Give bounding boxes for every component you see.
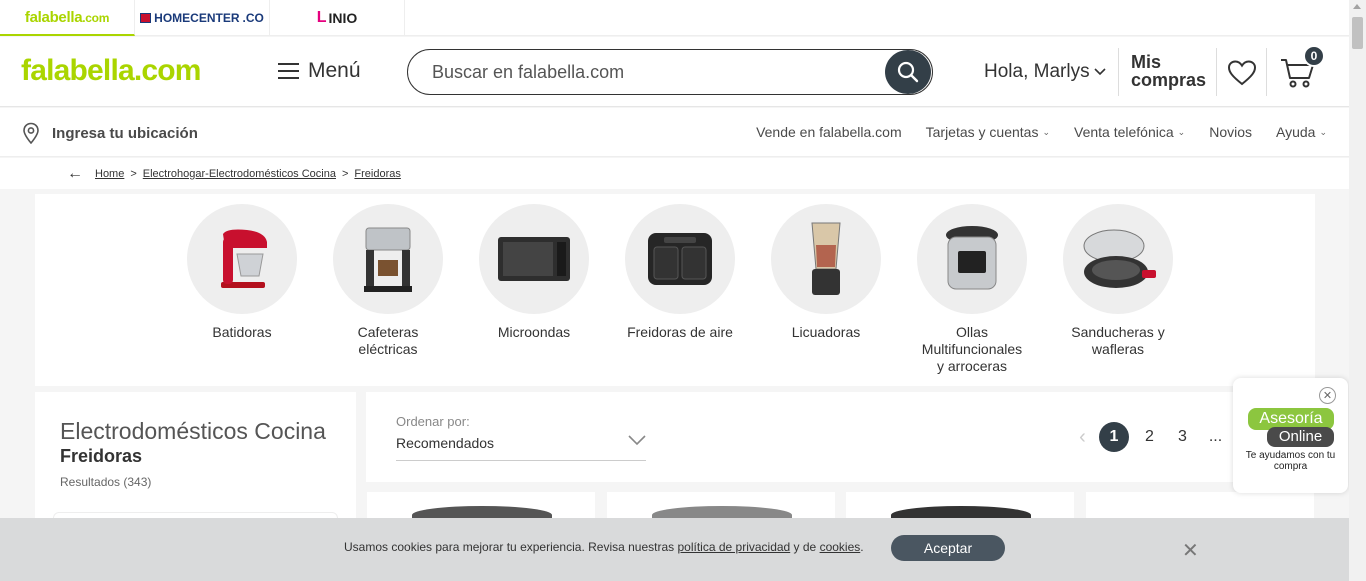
scrollbar[interactable] xyxy=(1349,0,1366,581)
search-icon xyxy=(897,61,919,83)
page-link[interactable]: 2 xyxy=(1133,428,1166,446)
prev-page-icon[interactable]: ‹ xyxy=(1066,426,1099,449)
chat-label-online: Online xyxy=(1267,427,1334,447)
category-image xyxy=(479,204,589,314)
help-link[interactable]: Ayuda ⌄ xyxy=(1276,124,1327,140)
page-link[interactable]: 3 xyxy=(1166,428,1199,446)
mis-compras-link[interactable]: Mis compras xyxy=(1131,53,1206,89)
category-image xyxy=(187,204,297,314)
heart-icon xyxy=(1227,60,1257,86)
page-current[interactable]: 1 xyxy=(1099,422,1129,452)
breadcrumb-home[interactable]: Home xyxy=(95,168,124,180)
header-divider xyxy=(1266,48,1267,96)
brand-bar: falabella.com HOMECENTER .CO L INIO xyxy=(0,0,1349,36)
category-title: Electrodomésticos Cocina xyxy=(60,418,326,444)
greeting-text: Hola, Marlys xyxy=(984,61,1090,82)
breadcrumb-separator: > xyxy=(341,167,349,180)
category-cafeteras[interactable]: Cafeteras eléctricas xyxy=(323,204,453,358)
category-image xyxy=(625,204,735,314)
falabella-brand-logo: falabella.com xyxy=(24,8,110,26)
waffle-maker-icon xyxy=(1083,229,1156,288)
homecenter-brand-logo: HOMECENTER .CO xyxy=(140,11,264,25)
stand-mixer-icon xyxy=(221,229,267,288)
category-image xyxy=(917,204,1027,314)
privacy-policy-link[interactable]: política de privacidad xyxy=(677,540,790,554)
brand-tab-falabella[interactable]: falabella.com xyxy=(0,0,135,36)
category-microondas[interactable]: Microondas xyxy=(469,204,599,341)
category-image xyxy=(771,204,881,314)
sell-link[interactable]: Vende en falabella.com xyxy=(756,124,902,140)
chevron-down-icon: ⌄ xyxy=(1177,126,1186,137)
breadcrumb-separator: > xyxy=(130,167,137,180)
account-menu[interactable]: Hola, Marlys xyxy=(984,61,1106,83)
blender-icon xyxy=(811,222,841,295)
brand-tab-homecenter[interactable]: HOMECENTER .CO xyxy=(135,0,270,36)
back-arrow-icon[interactable]: ← xyxy=(67,165,83,183)
location-selector[interactable]: Ingresa tu ubicación xyxy=(22,122,198,144)
category-image xyxy=(333,204,443,314)
coffee-maker-icon xyxy=(364,227,412,292)
chevron-down-icon xyxy=(1094,68,1106,76)
close-icon[interactable]: ✕ xyxy=(1182,538,1199,563)
breadcrumb-current[interactable]: Freidoras xyxy=(354,168,400,180)
page-ellipsis: ... xyxy=(1208,428,1223,445)
main-header: falabella.com Menú Hola, Marlys Miscompr… xyxy=(0,37,1349,107)
cookies-link[interactable]: cookies xyxy=(820,540,861,554)
sort-bar: Ordenar por: Recomendados ‹ 1 2 3 ... xyxy=(366,392,1315,482)
scroll-thumb[interactable] xyxy=(1352,17,1363,49)
secondary-nav: Ingresa tu ubicación Vende en falabella.… xyxy=(0,108,1349,157)
category-batidoras[interactable]: Batidoras xyxy=(177,204,307,341)
sort-label: Ordenar por: xyxy=(396,414,470,429)
search-input[interactable] xyxy=(432,62,872,83)
cart-count-badge: 0 xyxy=(1303,45,1325,67)
brand-tab-linio[interactable]: L INIO xyxy=(270,0,405,36)
linio-brand-logo: L INIO xyxy=(316,9,358,26)
header-divider xyxy=(1118,48,1119,96)
search-bar xyxy=(407,49,933,95)
homecenter-icon xyxy=(140,13,152,23)
category-carousel: Batidoras Cafeteras eléctricas Microondas… xyxy=(35,194,1315,386)
category-freidoras-de-aire[interactable]: Freidoras de aire xyxy=(615,204,745,341)
results-count: Resultados (343) xyxy=(60,475,152,489)
cards-link[interactable]: Tarjetas y cuentas ⌄ xyxy=(926,124,1050,140)
subcategory-title: Freidoras xyxy=(60,446,143,466)
hamburger-icon xyxy=(278,63,299,79)
scroll-up-icon[interactable] xyxy=(1353,4,1361,9)
cookie-message: Usamos cookies para mejorar tu experienc… xyxy=(344,540,864,554)
air-fryer-icon xyxy=(648,233,712,285)
pagination: ‹ 1 2 3 ... xyxy=(1066,422,1232,452)
wishlist-button[interactable] xyxy=(1227,60,1257,91)
header-divider xyxy=(1216,48,1217,96)
chevron-down-icon[interactable] xyxy=(628,434,646,446)
search-button[interactable] xyxy=(885,50,931,94)
location-label: Ingresa tu ubicación xyxy=(52,124,198,142)
subnav-links: Vende en falabella.com Tarjetas y cuenta… xyxy=(756,124,1327,140)
breadcrumb: ← Home > Electrohogar-Electrodomésticos … xyxy=(0,158,1349,189)
menu-label: Menú xyxy=(308,59,361,82)
category-image xyxy=(1063,204,1173,314)
sort-select[interactable]: Recomendados xyxy=(396,435,494,451)
phone-sales-link[interactable]: Venta telefónica ⌄ xyxy=(1074,124,1185,140)
breadcrumb-category[interactable]: Electrohogar-Electrodomésticos Cocina xyxy=(143,168,336,180)
chat-widget[interactable]: ✕ Asesoría Online Te ayudamos con tu com… xyxy=(1233,378,1348,493)
chevron-down-icon: ⌄ xyxy=(1042,126,1051,137)
novios-link[interactable]: Novios xyxy=(1209,124,1252,140)
category-sanducheras[interactable]: Sanducheras y wafleras xyxy=(1053,204,1183,358)
accept-cookies-button[interactable]: Aceptar xyxy=(891,535,1005,561)
location-pin-icon xyxy=(23,122,39,144)
category-licuadoras[interactable]: Licuadoras xyxy=(761,204,891,341)
category-ollas[interactable]: Ollas Multifuncionales y arroceras xyxy=(907,204,1037,375)
microwave-icon xyxy=(498,237,570,281)
sort-underline xyxy=(396,460,646,461)
close-icon[interactable]: ✕ xyxy=(1319,387,1336,404)
chevron-down-icon: ⌄ xyxy=(1319,126,1327,137)
pressure-cooker-icon xyxy=(946,226,998,290)
chat-caption: Te ayudamos con tu compra xyxy=(1245,450,1336,472)
cookie-banner: Usamos cookies para mejorar tu experienc… xyxy=(0,518,1349,581)
falabella-logo[interactable]: falabella.com xyxy=(21,53,201,89)
menu-button[interactable]: Menú xyxy=(278,59,361,83)
